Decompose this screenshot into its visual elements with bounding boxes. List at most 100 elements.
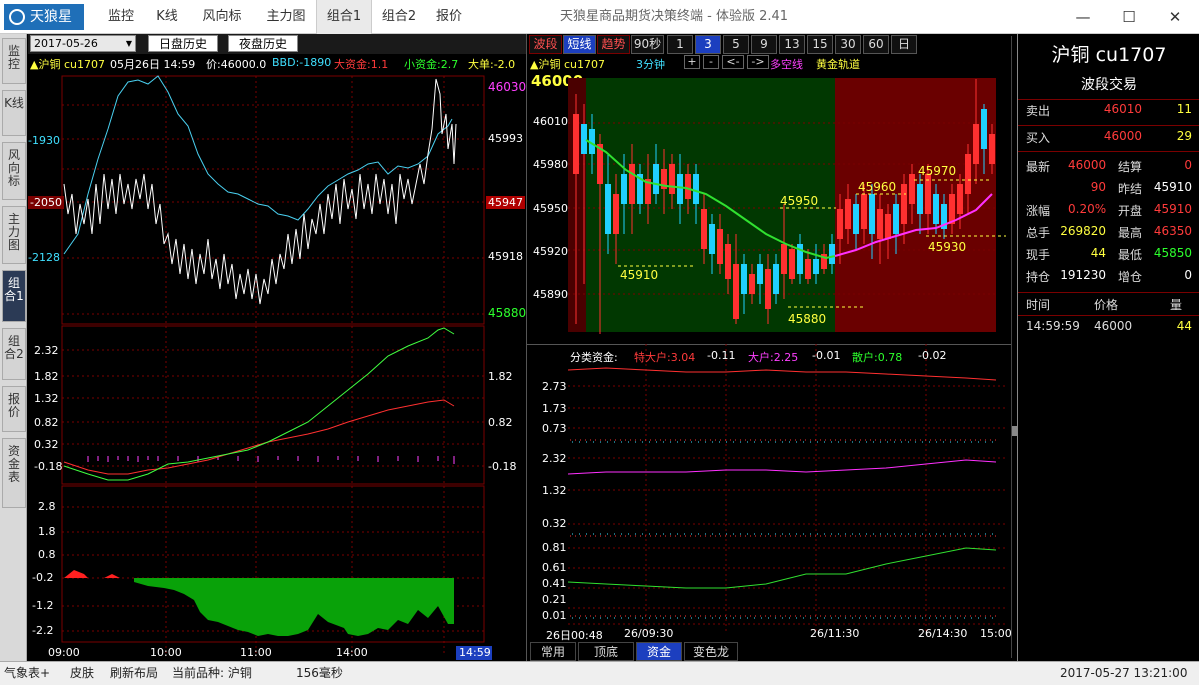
refresh-layout-button[interactable]: 刷新布局 [110,662,158,684]
tab-kline[interactable]: K线 [2,90,26,136]
bot-axis-5: -2.2 [32,624,54,637]
trade-row: 14:59:59 46000 44 [1018,319,1199,339]
quote-row-pct: 涨幅 0.20% 开盘 45910 [1018,202,1199,222]
fund-special-change: -0.11 [707,349,736,362]
quote-panel: 沪铜 cu1707 波段交易 卖出 46010 11 买入 46000 29 最… [1017,34,1199,661]
tab-top-bottom[interactable]: 顶底 [578,642,634,661]
annotation-45930: 45930 [928,240,967,254]
tab-wind[interactable]: 风向标 [2,142,26,200]
annotation-45910: 45910 [620,268,659,282]
status-datetime: 2017-05-27 13:21:00 [1060,666,1188,680]
fund-big: 大户:2.25 [748,351,799,364]
trade-volume: 44 [1176,319,1192,333]
title-bar: 天狼星 监控 K线 风向标 主力图 组合1 组合2 报价 天狼星商品期货决策终端… [0,0,1199,34]
window-title: 天狼星商品期货决策终端 - 体验版 2.41 [560,9,789,24]
tab-fund-table[interactable]: 资金表 [2,438,26,508]
fund-ticks-2 [572,441,996,619]
pct-label: 涨幅 [1026,204,1051,218]
bot-axis-0: 2.8 [38,500,56,513]
logo-text: 天狼星 [30,9,72,25]
f3-axis-0: 0.81 [542,541,567,554]
tab-quote[interactable]: 报价 [2,386,26,432]
annotation-45880: 45880 [788,312,827,326]
f1-axis-0: 2.73 [542,380,567,393]
app-logo[interactable]: 天狼星 [4,4,84,30]
rc-time-axis-2: 26/11:30 [810,627,860,640]
buy-row[interactable]: 买入 46000 29 [1018,129,1199,149]
quote-row-change: 90 昨结 45910 [1018,180,1199,200]
quote-title: 沪铜 cu1707 [1051,44,1167,66]
minimize-button[interactable]: — [1060,0,1106,34]
position-change-value: 0 [1184,268,1192,282]
menu-quote[interactable]: 报价 [426,0,472,34]
right-axis-low: 45880 [488,306,527,320]
high-label: 最高 [1118,226,1143,240]
left-tab-bar: 监控 K线 风向标 主力图 组合1 组合2 报价 资金表 [0,34,27,661]
bot-axis-3: -0.2 [32,571,54,584]
rc-time-axis-1: 26/09:30 [624,627,674,640]
menu-monitor[interactable]: 监控 [96,0,146,34]
menu-main-chart[interactable]: 主力图 [256,0,316,34]
left-axis-bottom: -2128 [28,251,60,264]
high-value: 46350 [1153,224,1192,238]
f2-axis-2: 0.32 [542,517,567,530]
status-bar: 气象表+ 皮肤 刷新布局 当前品种: 沪铜 156毫秒 2017-05-27 1… [0,661,1199,685]
f2-axis-1: 1.32 [542,484,567,497]
trade-price: 46000 [1094,319,1133,333]
right-axis-3: 45918 [488,250,523,263]
ind-axis-2: 1.32 [34,392,59,405]
buy-volume: 29 [1176,129,1192,143]
left-chart-panel: 2017-05-26 ▼ 日盘历史 夜盘历史 ▲沪铜 cu1707 05月26日 … [28,34,526,661]
total-value: 269820 [1060,224,1106,238]
f3-axis-3: 0.21 [542,593,567,606]
tab-main-chart[interactable]: 主力图 [2,206,26,264]
right-axis-high: 46030 [488,80,527,94]
price-axis-1: 45980 [533,158,568,171]
skin-button[interactable]: 皮肤 [70,662,94,684]
rc-time-axis-3: 26/14:30 [918,627,968,640]
tab-combo1[interactable]: 组合1 [2,270,26,322]
trade-header: 时间 价格 量 [1018,296,1199,316]
sell-row[interactable]: 卖出 46010 11 [1018,102,1199,122]
bot-axis-2: 0.8 [38,548,56,561]
time-axis-2: 11:00 [240,646,272,659]
f2-axis-0: 2.32 [542,452,567,465]
bot-axis-1: 1.8 [38,525,56,538]
rc-time-axis-4: 15:00 [980,627,1012,640]
tab-chameleon[interactable]: 变色龙 [684,642,738,661]
tab-common[interactable]: 常用 [530,642,576,661]
f1-axis-1: 1.73 [542,402,567,415]
fund-ticks-1 [570,439,996,617]
close-button[interactable]: ✕ [1152,0,1198,34]
right-axis-current: 45947 [486,196,525,209]
tab-combo2[interactable]: 组合2 [2,328,26,380]
trade-time: 14:59:59 [1026,319,1080,333]
annotation-45950: 45950 [780,194,819,208]
sell-label: 卖出 [1026,104,1051,118]
menu-combo1[interactable]: 组合1 [316,0,372,34]
quote-row-total: 总手 269820 最高 46350 [1018,224,1199,244]
tab-monitor[interactable]: 监控 [2,38,26,84]
menu-combo2[interactable]: 组合2 [372,0,426,34]
right-charts-svg [527,78,1017,634]
menu-kline[interactable]: K线 [146,0,188,34]
maximize-button[interactable]: ☐ [1106,0,1152,34]
price-axis-2: 45950 [533,202,568,215]
weather-button[interactable]: 气象表+ [4,662,50,684]
ind-axis-4: 0.32 [34,438,59,451]
price-axis-0: 46010 [533,115,568,128]
indicator-grid [62,349,484,467]
menu-wind[interactable]: 风向标 [188,0,256,34]
time-axis-3: 14:00 [336,646,368,659]
position-change-label: 增仓 [1118,270,1143,284]
pct-value: 0.20% [1068,202,1107,216]
ind-raxis-0: 1.82 [488,370,513,383]
prev-settle-value: 45910 [1153,180,1192,194]
tab-fund[interactable]: 资金 [636,642,682,661]
left-axis-current: -2050 [28,196,64,209]
low-value: 45850 [1153,246,1192,260]
settle-value: 0 [1184,158,1192,172]
total-label: 总手 [1026,226,1051,240]
current-hand-value: 44 [1090,246,1106,260]
trade-price-header: 价格 [1094,298,1119,312]
